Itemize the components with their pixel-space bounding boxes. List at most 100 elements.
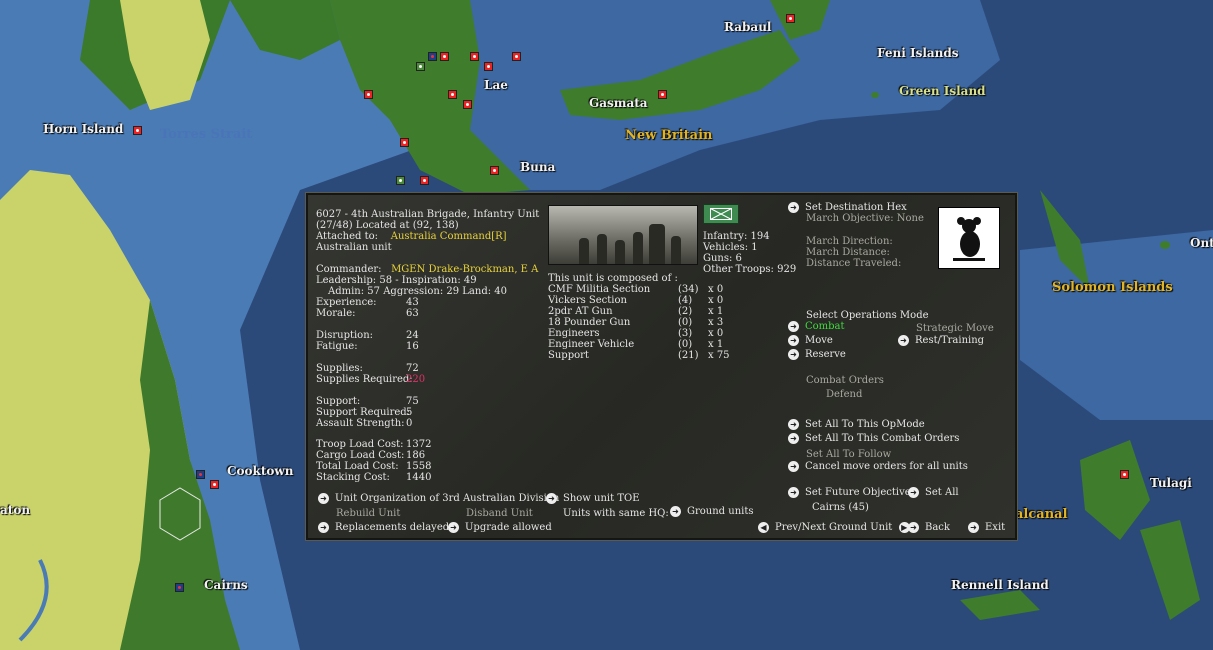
japanese-unit-counter[interactable]	[420, 176, 429, 185]
commander-label: Commander:	[316, 264, 382, 275]
stats-block-1: Experience: 43 Morale: 63	[316, 297, 419, 319]
ops-mode-title: Select Operations Mode	[806, 310, 929, 321]
replacements-button[interactable]: ➜ Replacements delayed	[318, 522, 449, 533]
allied-unit-counter[interactable]	[175, 583, 184, 592]
map-label-guadalcanal: alcanal	[1015, 507, 1068, 522]
composition-row[interactable]: Engineer Vehicle (0) x 1	[548, 339, 738, 350]
arrow-right-icon: ➜	[898, 335, 909, 346]
japanese-unit-counter[interactable]	[440, 52, 449, 61]
map-label-rabaul[interactable]: Rabaul	[724, 20, 771, 34]
march-direction: March Direction:	[806, 236, 893, 247]
back-button[interactable]: ➜ Back	[908, 522, 950, 533]
japanese-unit-counter[interactable]	[400, 138, 409, 147]
cancel-move-orders-button[interactable]: ➜ Cancel move orders for all units	[788, 461, 968, 472]
commander-link[interactable]: MGEN Drake-Brockman, E A	[391, 264, 538, 275]
japanese-unit-counter[interactable]	[470, 52, 479, 61]
stat-row: Total Load Cost: 1558	[316, 461, 432, 472]
japanese-unit-counter[interactable]	[512, 52, 521, 61]
arrow-left-icon[interactable]: ◀	[758, 522, 769, 533]
combat-orders-title: Combat Orders	[806, 375, 884, 386]
leadership-text: Leadership: 58 - Inspiration: 49	[316, 275, 477, 286]
stat-row: Experience: 43	[316, 297, 419, 308]
unit-insignia-icon	[938, 207, 1000, 269]
japanese-unit-counter[interactable]	[490, 166, 499, 175]
upgrade-button[interactable]: ➜ Upgrade allowed	[448, 522, 552, 533]
opmode-rest-training-button[interactable]: ➜ Rest/Training	[898, 335, 984, 346]
arrow-right-icon: ➜	[788, 461, 799, 472]
stat-row: Support: 75	[316, 396, 419, 407]
combat-orders-value[interactable]: Defend	[826, 389, 862, 400]
troop-counts: Infantry: 194 Vehicles: 1 Guns: 6 Other …	[703, 231, 797, 275]
japanese-unit-counter[interactable]	[448, 90, 457, 99]
map-label-lae[interactable]: Lae	[484, 78, 508, 92]
admin-text: Admin: 57 Aggression: 29 Land: 40	[328, 286, 508, 297]
map-label-cairns[interactable]: Cairns	[204, 578, 248, 592]
japanese-unit-counter[interactable]	[133, 126, 142, 135]
composition-row[interactable]: CMF Militia Section (34) x 0	[548, 284, 738, 295]
unit-location: (27/48) Located at (92, 138)	[316, 220, 459, 231]
map-label-torres-strait: Torres Strait	[160, 127, 253, 142]
set-all-future-button[interactable]: ➜ Set All	[908, 487, 959, 498]
stat-row: Fatigue: 16	[316, 341, 419, 352]
stat-row: Morale: 63	[316, 308, 419, 319]
japanese-unit-counter[interactable]	[364, 90, 373, 99]
set-future-objective-button[interactable]: ➜ Set Future Objective	[788, 487, 911, 498]
set-destination-button[interactable]: ➜ Set Destination Hex	[788, 202, 907, 213]
composition-row[interactable]: Support (21) x 75	[548, 350, 738, 361]
map-label-rennell-island[interactable]: Rennell Island	[951, 578, 1049, 592]
arrow-right-icon: ➜	[788, 419, 799, 430]
disband-unit-button[interactable]: Disband Unit	[466, 508, 533, 519]
show-unit-toe-button[interactable]: ➜ Show unit TOE	[546, 493, 640, 504]
map-label-new-britain[interactable]: New Britain	[625, 128, 712, 143]
stats-block-3: Support: 75 Support Required: 5 Assault St…	[316, 396, 419, 429]
japanese-unit-counter[interactable]	[786, 14, 795, 23]
japanese-unit-counter[interactable]	[210, 480, 219, 489]
map-label-aton[interactable]: aton	[0, 503, 30, 517]
unit-organization-button[interactable]: ➜ Unit Organization of 3rd Australian Div…	[318, 493, 559, 504]
stats-block-4: Troop Load Cost: 1372 Cargo Load Cost: 186…	[316, 439, 431, 483]
map-label-gasmata[interactable]: Gasmata	[589, 96, 648, 110]
map-label-feni-islands[interactable]: Feni Islands	[877, 46, 959, 60]
prev-next-ground-unit[interactable]: ◀ Prev/Next Ground Unit ▶	[758, 522, 916, 533]
stat-row: Cargo Load Cost: 186	[316, 450, 426, 461]
composition-title: This unit is composed of :	[548, 273, 678, 284]
attached-to-link[interactable]: Australia Command[R]	[391, 231, 507, 242]
opmode-combat-button[interactable]: ➜ Combat	[788, 321, 845, 332]
march-objective: March Objective: None	[806, 213, 924, 224]
map-label-solomon-islands: Solomon Islands	[1052, 280, 1173, 295]
arrow-right-icon: ➜	[670, 506, 681, 517]
composition-row[interactable]: Vickers Section (4) x 0	[548, 295, 738, 306]
stat-row: Disruption: 24	[316, 330, 419, 341]
future-objective-value: Cairns (45)	[812, 502, 869, 513]
japanese-unit-counter[interactable]	[484, 62, 493, 71]
exit-button[interactable]: ➜ Exit	[968, 522, 1005, 533]
allied-unit-counter[interactable]	[196, 470, 205, 479]
japanese-unit-counter[interactable]	[658, 90, 667, 99]
opmode-reserve-button[interactable]: ➜ Reserve	[788, 349, 846, 360]
set-all-follow-button[interactable]: Set All To Follow	[806, 449, 891, 460]
japanese-unit-counter[interactable]	[1120, 470, 1129, 479]
map-label-green-island[interactable]: Green Island	[899, 84, 986, 98]
composition-row[interactable]: 18 Pounder Gun (0) x 3	[548, 317, 738, 328]
set-all-combat-orders-button[interactable]: ➜ Set All To This Combat Orders	[788, 433, 959, 444]
rebuild-unit-button[interactable]: Rebuild Unit	[336, 508, 400, 519]
map-label-ont[interactable]: Ont	[1190, 236, 1213, 250]
opmode-strategic-move-button[interactable]: Strategic Move	[916, 323, 994, 334]
arrow-right-icon: ➜	[788, 433, 799, 444]
japanese-unit-counter[interactable]	[463, 100, 472, 109]
neutral-unit-counter[interactable]	[396, 176, 405, 185]
stat-row: Stacking Cost: 1440	[316, 472, 432, 483]
units-same-hq-label: Units with same HQ:	[563, 508, 669, 519]
ground-units-button[interactable]: ➜ Ground units	[670, 506, 753, 517]
map-label-tulagi[interactable]: Tulagi	[1150, 476, 1192, 490]
map-label-buna[interactable]: Buna	[520, 160, 555, 174]
unit-photo	[548, 205, 698, 265]
map-label-cooktown[interactable]: Cooktown	[227, 464, 293, 478]
map-label-horn-island[interactable]: Horn Island	[43, 122, 123, 136]
neutral-unit-counter[interactable]	[416, 62, 425, 71]
composition-row[interactable]: 2pdr AT Gun (2) x 1	[548, 306, 738, 317]
opmode-move-button[interactable]: ➜ Move	[788, 335, 833, 346]
composition-row[interactable]: Engineers (3) x 0	[548, 328, 738, 339]
allied-unit-counter[interactable]	[428, 52, 437, 61]
set-all-opmode-button[interactable]: ➜ Set All To This OpMode	[788, 419, 925, 430]
